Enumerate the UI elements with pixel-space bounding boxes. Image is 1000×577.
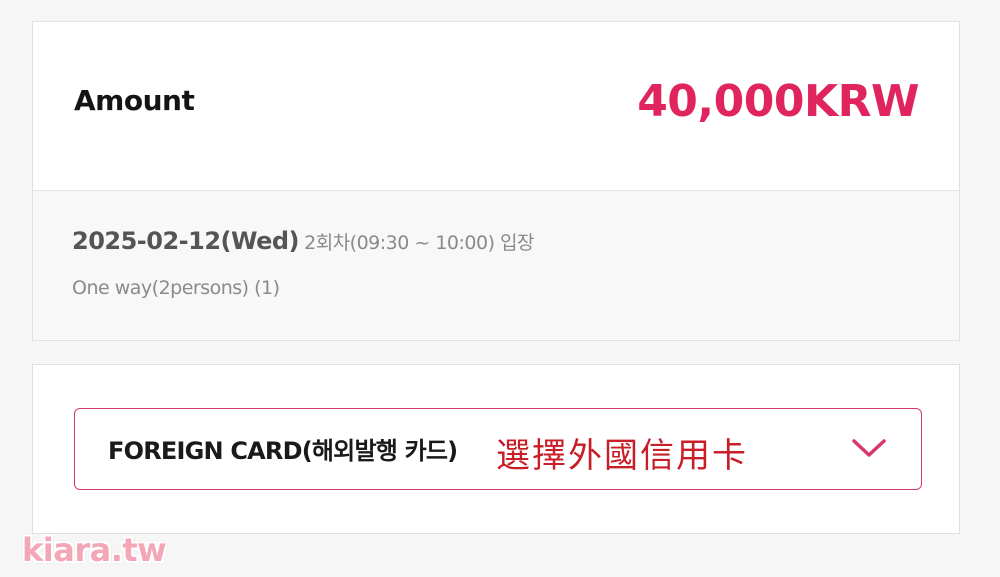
booking-details: 2025-02-12(Wed) 2회차(09:30 ~ 10:00) 입장 On… [33, 191, 959, 340]
booking-date-line: 2025-02-12(Wed) 2회차(09:30 ~ 10:00) 입장 [72, 227, 535, 255]
watermark: kiara.tw [22, 531, 167, 569]
booking-date: 2025-02-12(Wed) [72, 227, 300, 255]
payment-method-value: FOREIGN CARD(해외발행 카드) [108, 437, 458, 465]
booking-session: 2회차(09:30 ~ 10:00) 입장 [304, 232, 535, 254]
ticket-info: One way(2persons) (1) [72, 277, 280, 299]
annotation-text: 選擇外國信用卡 [496, 436, 748, 476]
amount-label: Amount [74, 84, 195, 117]
amount-value: 40,000KRW [637, 76, 919, 127]
order-summary-card: Amount 40,000KRW 2025-02-12(Wed) 2회차(09:… [32, 21, 960, 341]
amount-row: Amount 40,000KRW [33, 22, 959, 191]
chevron-down-icon[interactable] [851, 437, 887, 459]
